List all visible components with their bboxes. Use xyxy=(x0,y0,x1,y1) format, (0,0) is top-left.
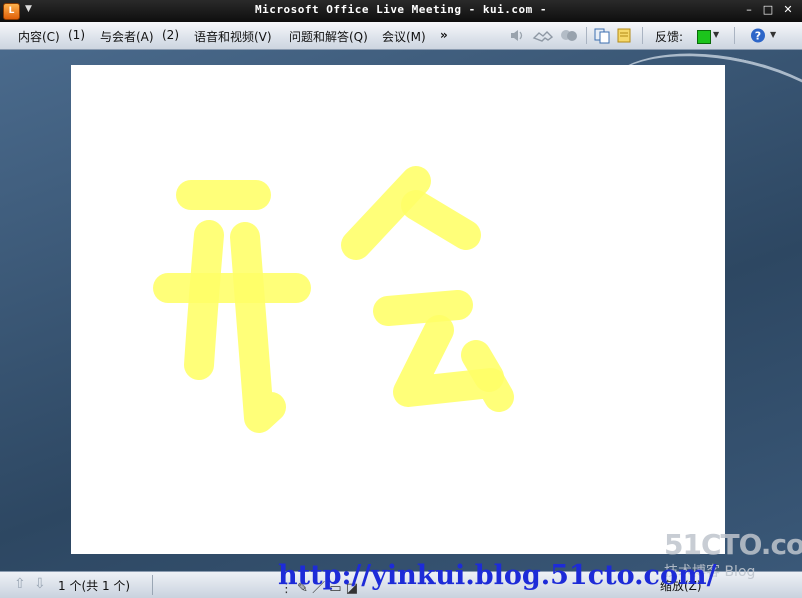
svg-text:?: ? xyxy=(755,30,761,43)
notes-icon[interactable] xyxy=(615,27,633,44)
blog-url-watermark: http://yinkui.blog.51cto.com/ xyxy=(278,560,717,591)
menu-audio-video[interactable]: 语音和视频(V) xyxy=(194,28,272,45)
close-button[interactable]: ✕ xyxy=(780,3,796,17)
previous-page-icon[interactable]: ⇧ xyxy=(14,576,26,592)
stroke-hui-dot xyxy=(461,340,504,392)
feedback-status-swatch[interactable] xyxy=(697,30,711,44)
menu-separator xyxy=(586,27,587,44)
stroke-kai-right-leg xyxy=(230,222,286,433)
menu-separator xyxy=(642,27,643,44)
feedback-dropdown-icon[interactable]: ▼ xyxy=(713,30,719,39)
menu-content[interactable]: 内容(C) xyxy=(18,28,60,45)
handshake-icon[interactable] xyxy=(532,27,554,44)
help-icon[interactable]: ? xyxy=(749,27,767,44)
attendee-status-icon[interactable] xyxy=(558,27,580,44)
status-separator xyxy=(152,575,153,595)
next-page-icon[interactable]: ⇩ xyxy=(34,576,46,592)
minimize-button[interactable]: – xyxy=(741,3,757,17)
menu-attendees[interactable]: 与会者(A) xyxy=(100,28,154,45)
menu-separator xyxy=(734,27,735,44)
stroke-kai-left-leg xyxy=(184,220,224,380)
menu-bar: 内容(C) (1) 与会者(A) (2) 语音和视频(V) 问题和解答(Q) 会… xyxy=(0,22,802,50)
help-dropdown-icon[interactable]: ▼ xyxy=(770,30,776,39)
menu-meeting[interactable]: 会议(M) xyxy=(382,28,426,45)
menu-attendees-count: (2) xyxy=(162,28,179,42)
stroke-hui-right-roof xyxy=(401,190,481,250)
blog-logo-watermark: 51CTO.com xyxy=(664,528,802,561)
menu-content-count: (1) xyxy=(68,28,85,42)
maximize-button[interactable]: □ xyxy=(760,3,776,17)
highlighter-drawing xyxy=(153,166,514,433)
title-bar: L ▼ Microsoft Office Live Meeting - kui.… xyxy=(0,0,802,22)
stroke-hui-middle xyxy=(373,290,473,326)
feedback-label: 反馈: xyxy=(655,30,684,44)
whiteboard-slide[interactable] xyxy=(71,65,725,554)
menu-qa[interactable]: 问题和解答(Q) xyxy=(289,28,368,45)
window-title: Microsoft Office Live Meeting - kui.com … xyxy=(254,3,548,16)
menu-more-chevron[interactable]: » xyxy=(440,28,448,42)
copy-pages-icon[interactable] xyxy=(593,27,611,44)
page-indicator: 1 个(共 1 个) xyxy=(58,579,131,593)
speaker-icon[interactable] xyxy=(508,27,526,44)
